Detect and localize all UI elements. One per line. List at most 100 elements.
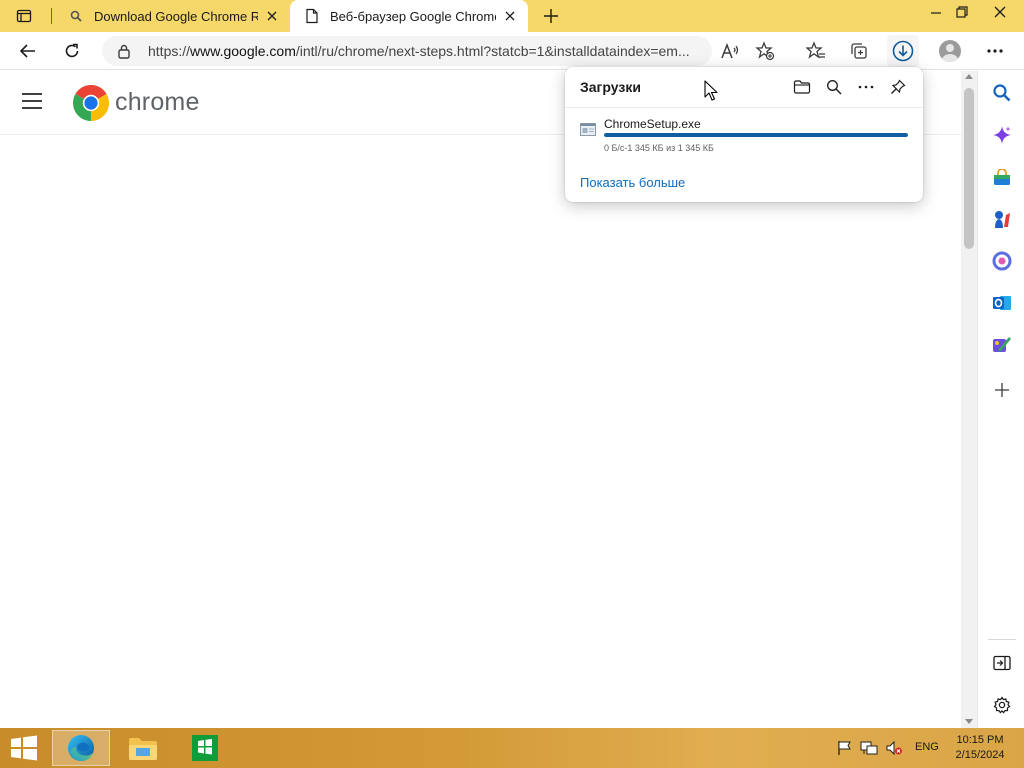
- page-scrollbar[interactable]: [961, 71, 977, 728]
- hide-sidebar-icon: [993, 655, 1011, 671]
- collections-button[interactable]: [843, 35, 875, 67]
- download-progress-bar: [604, 133, 908, 137]
- chrome-wordmark[interactable]: chrome: [115, 88, 200, 117]
- read-aloud-button[interactable]: [714, 35, 746, 67]
- language-indicator[interactable]: ENG: [915, 741, 939, 753]
- download-status: 0 Б/с-1 345 КБ из 1 345 КБ: [604, 143, 714, 153]
- close-window-button[interactable]: [984, 0, 1016, 24]
- chrome-logo-icon[interactable]: [73, 85, 109, 121]
- network-icon[interactable]: [860, 740, 878, 756]
- volume-muted-icon[interactable]: [885, 740, 903, 756]
- windows-taskbar: ENG 10:15 PM 2/15/2024: [0, 728, 1024, 768]
- start-button[interactable]: [8, 735, 40, 761]
- sparkle-icon: [993, 126, 1011, 144]
- store-icon: [192, 735, 218, 761]
- search-icon: [993, 84, 1011, 102]
- scroll-up-arrow-icon[interactable]: [965, 74, 973, 79]
- tab-download-chrome[interactable]: Download Google Chrome Rus: [54, 0, 290, 32]
- downloads-button[interactable]: [887, 35, 919, 67]
- flyout-divider: [565, 107, 923, 108]
- close-icon: [994, 6, 1006, 18]
- page-icon: [304, 8, 320, 24]
- sidebar-games-button[interactable]: [988, 205, 1016, 233]
- back-arrow-icon: [19, 44, 35, 58]
- sidebar-shopping-button[interactable]: [988, 164, 1016, 192]
- download-filename[interactable]: ChromeSetup.exe: [604, 117, 701, 131]
- scroll-down-arrow-icon[interactable]: [965, 719, 973, 724]
- clock-date: 2/15/2024: [955, 749, 1005, 761]
- refresh-icon: [65, 43, 79, 58]
- system-clock[interactable]: 10:15 PM 2/15/2024: [948, 733, 1012, 763]
- gear-icon: [993, 696, 1011, 714]
- new-tab-button[interactable]: [538, 4, 564, 28]
- shopping-bag-icon: [994, 169, 1010, 185]
- pin-icon: [891, 79, 906, 94]
- sidebar-m365-button[interactable]: [988, 247, 1016, 275]
- sidebar-add-button[interactable]: [988, 376, 1016, 404]
- close-tab-icon[interactable]: [264, 8, 280, 24]
- search-icon: [827, 80, 842, 95]
- open-downloads-folder-button[interactable]: [790, 75, 814, 99]
- edge-sidebar: [977, 71, 1024, 728]
- add-favorite-button[interactable]: [749, 35, 781, 67]
- favorites-button[interactable]: [800, 35, 832, 67]
- taskbar-edge[interactable]: [52, 730, 110, 766]
- refresh-button[interactable]: [56, 35, 88, 67]
- download-item[interactable]: ChromeSetup.exe 0 Б/с-1 345 КБ из 1 345 …: [573, 113, 915, 157]
- windows-logo-icon: [11, 735, 37, 761]
- sidebar-search-button[interactable]: [988, 79, 1016, 107]
- edge-icon: [68, 735, 94, 761]
- search-icon: [68, 8, 84, 24]
- office-icon: [992, 251, 1012, 271]
- taskbar-store[interactable]: [176, 730, 234, 766]
- sidebar-copilot-button[interactable]: [988, 121, 1016, 149]
- star-add-icon: [755, 41, 775, 61]
- sidebar-divider: [988, 639, 1016, 640]
- plus-icon: [995, 383, 1009, 397]
- outlook-icon: [993, 296, 1011, 310]
- restore-icon: [956, 6, 968, 18]
- mouse-cursor-icon: [704, 80, 718, 101]
- tab-actions-icon: [16, 9, 32, 23]
- scroll-thumb[interactable]: [964, 88, 974, 249]
- installer-file-icon: [580, 123, 596, 136]
- settings-more-button[interactable]: [979, 35, 1011, 67]
- tab-title: Веб-браузер Google Chrome: [330, 8, 496, 24]
- sidebar-designer-button[interactable]: [988, 331, 1016, 359]
- minimize-icon: [931, 12, 941, 14]
- pin-downloads-button[interactable]: [886, 75, 910, 99]
- profile-button[interactable]: [934, 35, 966, 67]
- search-downloads-button[interactable]: [822, 75, 846, 99]
- address-bar[interactable]: https://www.google.com/intl/ru/chrome/ne…: [102, 36, 712, 66]
- sidebar-outlook-button[interactable]: [988, 289, 1016, 317]
- restore-button[interactable]: [946, 0, 978, 24]
- more-dots-icon: [858, 85, 874, 89]
- downloads-title: Загрузки: [580, 79, 641, 95]
- downloads-more-options-button[interactable]: [854, 75, 878, 99]
- avatar: [939, 40, 961, 62]
- chess-piece-icon: [995, 211, 1010, 228]
- menu-icon[interactable]: [22, 93, 42, 109]
- downloads-flyout: Загрузки ChromeSetup.exe 0 Б/с-1 345 КБ …: [565, 67, 923, 202]
- favorites-icon: [806, 41, 825, 59]
- sidebar-hide-button[interactable]: [988, 649, 1016, 677]
- plus-icon: [544, 9, 558, 23]
- tab-actions-button[interactable]: [8, 4, 40, 28]
- url-host: www.google.com: [190, 43, 296, 59]
- close-tab-icon[interactable]: [502, 8, 518, 24]
- show-more-link[interactable]: Показать больше: [580, 175, 685, 190]
- collections-icon: [851, 43, 867, 59]
- taskbar-file-explorer[interactable]: [114, 730, 172, 766]
- folder-icon: [793, 80, 811, 94]
- lock-icon[interactable]: [116, 43, 132, 59]
- action-center-flag-icon[interactable]: [836, 740, 854, 756]
- sidebar-settings-button[interactable]: [988, 691, 1016, 719]
- tab-strip: Download Google Chrome Rus Веб-браузер G…: [0, 0, 1024, 32]
- back-button[interactable]: [12, 35, 44, 67]
- tab-chrome-browser[interactable]: Веб-браузер Google Chrome: [290, 0, 528, 32]
- designer-icon: [993, 337, 1011, 352]
- clock-time: 10:15 PM: [956, 734, 1004, 746]
- url-text[interactable]: https://www.google.com/intl/ru/chrome/ne…: [148, 43, 708, 59]
- read-aloud-icon: [721, 42, 739, 59]
- folder-icon: [129, 738, 157, 760]
